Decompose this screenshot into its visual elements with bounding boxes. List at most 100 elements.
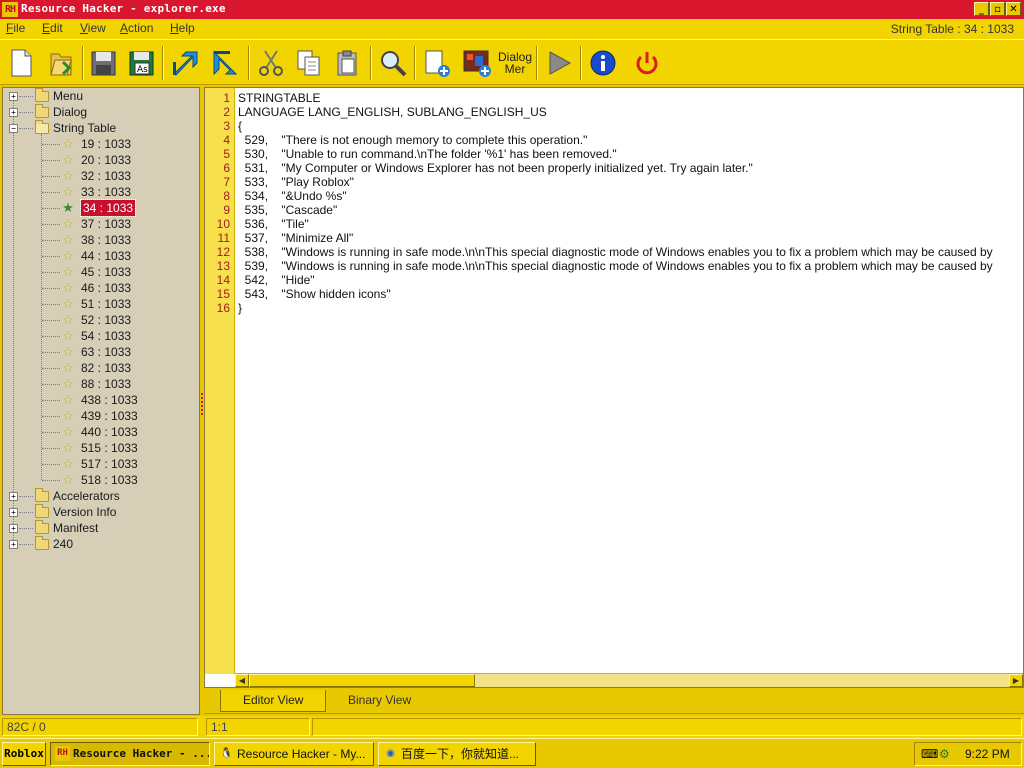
code-line: 536, "Tile" — [238, 217, 309, 231]
tree-item-string[interactable]: ☆ 32 : 1033 — [3, 168, 199, 184]
toolbar-separator — [414, 46, 416, 80]
expand-icon[interactable]: + — [9, 540, 18, 549]
menu-edit[interactable]: Edit — [42, 21, 63, 35]
tree-item-string[interactable]: ☆ 440 : 1033 — [3, 424, 199, 440]
tree-node-menu[interactable]: + Menu — [3, 88, 199, 104]
paste-button[interactable] — [330, 44, 364, 82]
tree-node-240[interactable]: + 240 — [3, 536, 199, 552]
code-line: 534, "&Undo %s" — [238, 189, 347, 203]
expand-icon[interactable]: + — [9, 508, 18, 517]
scroll-left-arrow-icon[interactable]: ◀ — [235, 674, 249, 687]
close-button[interactable]: ✕ — [1006, 2, 1021, 16]
tree-item-label: 518 : 1033 — [81, 473, 138, 487]
tree-item-string[interactable]: ☆ 44 : 1033 — [3, 248, 199, 264]
add-image-icon — [463, 50, 491, 77]
save-as-icon: As — [129, 51, 154, 76]
menu-bar: File Edit View Action Help String Table … — [0, 19, 1024, 39]
line-number: 3 — [223, 119, 230, 133]
expand-icon[interactable]: + — [9, 92, 18, 101]
start-button[interactable]: Roblox — [2, 742, 46, 766]
resource-tree[interactable]: + Menu + Dialog − String Table ☆ 19 : 103… — [2, 87, 200, 715]
tree-item-string[interactable]: ☆ 45 : 1033 — [3, 264, 199, 280]
restore-button[interactable]: ▫ — [990, 2, 1005, 16]
new-file-button[interactable] — [4, 44, 38, 82]
tab-binary-view[interactable]: Binary View — [326, 690, 433, 712]
expand-icon[interactable]: + — [9, 524, 18, 533]
tree-node-dialog[interactable]: + Dialog — [3, 104, 199, 120]
line-number: 5 — [223, 147, 230, 161]
star-icon: ☆ — [62, 440, 74, 455]
expand-icon[interactable]: + — [9, 108, 18, 117]
minimize-button[interactable]: _ — [974, 2, 989, 16]
find-button[interactable] — [376, 44, 410, 82]
save-button[interactable] — [86, 44, 120, 82]
tree-item-string[interactable]: ☆ 439 : 1033 — [3, 408, 199, 424]
tree-item-string[interactable]: ☆ 518 : 1033 — [3, 472, 199, 488]
tree-item-label: 34 : 1033 — [79, 199, 137, 217]
add-resource-button[interactable] — [420, 44, 454, 82]
compile-button[interactable] — [168, 44, 202, 82]
tree-item-string[interactable]: ☆ 38 : 1033 — [3, 232, 199, 248]
code-line: 531, "My Computer or Windows Explorer ha… — [238, 161, 753, 175]
floppy-disk-icon — [91, 51, 116, 76]
splitter-grip[interactable] — [201, 393, 203, 415]
tree-item-string[interactable]: ☆ 51 : 1033 — [3, 296, 199, 312]
tree-item-string[interactable]: ☆ 515 : 1033 — [3, 440, 199, 456]
star-icon: ☆ — [62, 472, 74, 487]
open-file-button[interactable] — [44, 44, 78, 82]
code-line: STRINGTABLE — [238, 91, 321, 105]
tab-label: Binary View — [348, 693, 412, 707]
tree-node-string-table[interactable]: − String Table — [3, 120, 199, 136]
scroll-thumb[interactable] — [249, 674, 475, 687]
copy-button[interactable] — [292, 44, 326, 82]
tree-item-string[interactable]: ☆ 63 : 1033 — [3, 344, 199, 360]
save-as-button[interactable]: As — [124, 44, 158, 82]
code-line: 537, "Minimize All" — [238, 231, 354, 245]
tree-item-string[interactable]: ☆ 54 : 1033 — [3, 328, 199, 344]
star-icon: ☆ — [62, 152, 74, 167]
add-image-button[interactable] — [460, 44, 494, 82]
tree-item-string[interactable]: ☆ 19 : 1033 — [3, 136, 199, 152]
tree-item-label: 88 : 1033 — [81, 377, 132, 391]
tab-editor-view[interactable]: Editor View — [220, 690, 327, 712]
about-button[interactable] — [586, 44, 620, 82]
tree-item-string[interactable]: ☆ 52 : 1033 — [3, 312, 199, 328]
tree-item-string[interactable]: ☆ 20 : 1033 — [3, 152, 199, 168]
tree-item-string[interactable]: ☆ 88 : 1033 — [3, 376, 199, 392]
tree-item-string[interactable]: ☆ 37 : 1033 — [3, 216, 199, 232]
tree-item-string[interactable]: ☆ 33 : 1033 — [3, 184, 199, 200]
star-icon: ☆ — [62, 328, 74, 343]
menu-view[interactable]: View — [80, 21, 106, 35]
menu-action[interactable]: Action — [120, 21, 153, 35]
scroll-right-arrow-icon[interactable]: ▶ — [1009, 674, 1023, 687]
dialog-merge-button[interactable]: Dialog Mer — [498, 44, 532, 82]
network-icon[interactable]: ⚙ — [939, 747, 950, 761]
cut-button[interactable] — [254, 44, 288, 82]
tree-node-manifest[interactable]: + Manifest — [3, 520, 199, 536]
tree-item-string[interactable]: ★ 34 : 1033 — [3, 199, 199, 217]
menu-file[interactable]: File — [6, 21, 25, 35]
tree-item-label: 45 : 1033 — [81, 265, 132, 279]
tree-item-string[interactable]: ☆ 438 : 1033 — [3, 392, 199, 408]
run-script-button[interactable] — [542, 44, 576, 82]
horizontal-scrollbar[interactable]: ◀ ▶ — [235, 673, 1023, 687]
collapse-icon[interactable]: − — [9, 124, 18, 133]
menu-help[interactable]: Help — [170, 21, 195, 35]
tree-item-string[interactable]: ☆ 46 : 1033 — [3, 280, 199, 296]
clock[interactable]: 9:22 PM — [965, 747, 1010, 761]
keyboard-icon[interactable]: ⌨ — [921, 747, 938, 761]
code-line: 539, "Windows is running in safe mode.\n… — [238, 259, 993, 273]
tree-node-version-info[interactable]: + Version Info — [3, 504, 199, 520]
task-baidu-browser[interactable]: ◉ 百度一下，你就知道... — [378, 742, 536, 766]
compile-run-button[interactable] — [208, 44, 242, 82]
tree-item-string[interactable]: ☆ 82 : 1033 — [3, 360, 199, 376]
paste-icon — [337, 50, 357, 76]
tree-node-accelerators[interactable]: + Accelerators — [3, 488, 199, 504]
tree-line — [42, 272, 60, 273]
exit-button[interactable] — [630, 44, 664, 82]
task-resource-hacker-explorer[interactable]: RH Resource Hacker - ... — [50, 742, 210, 766]
tree-item-string[interactable]: ☆ 517 : 1033 — [3, 456, 199, 472]
code-editor[interactable]: 1 2 3 4 5 6 7 8 9 10 11 12 13 14 15 16 STRINGTABLE LANGU… — [204, 87, 1024, 688]
task-resource-hacker-my[interactable]: 🐧 Resource Hacker - My... — [214, 742, 374, 766]
expand-icon[interactable]: + — [9, 492, 18, 501]
